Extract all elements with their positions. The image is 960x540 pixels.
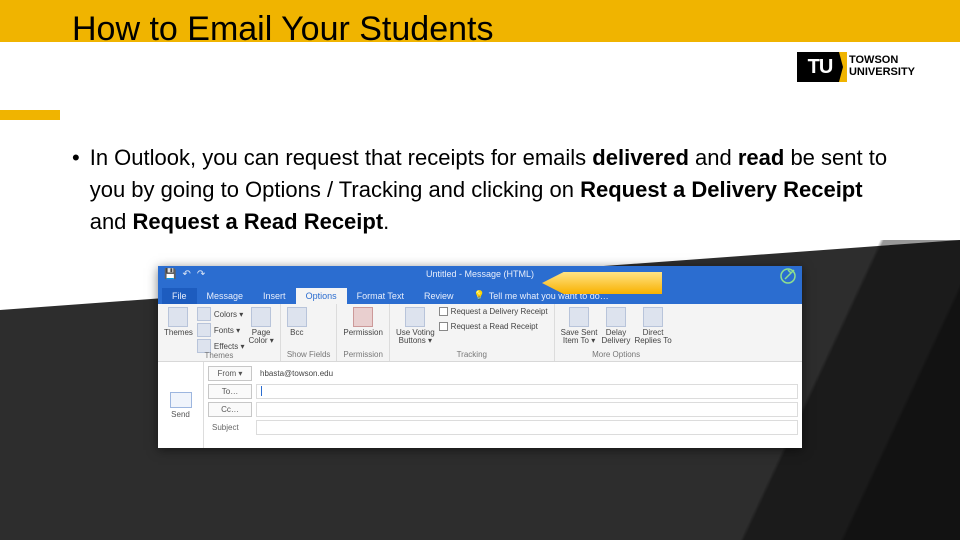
ribbon-tabs: File Message Insert Options Format Text … bbox=[158, 286, 802, 304]
tracking-group-label: Tracking bbox=[396, 350, 548, 361]
b2: read bbox=[738, 145, 784, 170]
themes-button[interactable]: Themes bbox=[164, 307, 193, 337]
slide-title: How to Email Your Students bbox=[72, 10, 493, 49]
themes-label: Themes bbox=[164, 329, 193, 337]
group-permission: Permission Permission bbox=[337, 304, 390, 361]
outlook-window: 💾 ↶ ↷ Untitled - Message (HTML) File Mes… bbox=[158, 266, 802, 448]
b1: delivered bbox=[592, 145, 689, 170]
checkbox-icon bbox=[439, 322, 448, 331]
seg2: and bbox=[689, 145, 738, 170]
themes-group-label: Themes bbox=[164, 351, 274, 362]
to-button[interactable]: To… bbox=[208, 384, 252, 399]
voting-icon bbox=[405, 307, 425, 327]
cc-button[interactable]: Cc… bbox=[208, 402, 252, 417]
tab-options[interactable]: Options bbox=[296, 288, 347, 304]
lightbulb-icon: 💡 bbox=[473, 290, 484, 301]
tab-format-text[interactable]: Format Text bbox=[347, 288, 414, 304]
tracking-checks: Request a Delivery Receipt Request a Rea… bbox=[439, 307, 548, 331]
subject-label: Subject bbox=[208, 423, 252, 432]
colors-icon bbox=[197, 307, 211, 321]
send-button[interactable]: Send bbox=[171, 410, 190, 419]
group-show-fields: Bcc Show Fields bbox=[281, 304, 338, 361]
send-column: Send bbox=[158, 362, 204, 448]
outlook-titlebar: 💾 ↶ ↷ Untitled - Message (HTML) bbox=[158, 266, 802, 286]
seg5: . bbox=[383, 209, 389, 234]
logo-line2: UNIVERSITY bbox=[849, 67, 915, 79]
ribbon: Themes Colors ▾ Fonts ▾ Effects ▾ Page C… bbox=[158, 304, 802, 362]
window-title: Untitled - Message (HTML) bbox=[158, 269, 802, 279]
b4: Request a Read Receipt bbox=[133, 209, 384, 234]
highlight-arrow bbox=[542, 272, 662, 294]
compose-fields: From ▾ hbasta@towson.edu To… Cc… Subject bbox=[204, 362, 802, 448]
from-button[interactable]: From ▾ bbox=[208, 366, 252, 381]
themes-icon bbox=[168, 307, 188, 327]
bullet-dot: • bbox=[72, 142, 80, 238]
cc-field[interactable] bbox=[256, 402, 798, 417]
to-field[interactable] bbox=[256, 384, 798, 399]
towson-logo: TU TOWSON UNIVERSITY bbox=[797, 52, 915, 82]
gold-notch bbox=[0, 110, 60, 120]
checkbox-icon bbox=[439, 307, 448, 316]
logo-mark: TU bbox=[797, 52, 843, 82]
delay-icon bbox=[606, 307, 626, 327]
colors-button[interactable]: Colors ▾ bbox=[197, 307, 245, 321]
send-icon bbox=[170, 392, 192, 408]
permission-group-label: Permission bbox=[343, 350, 383, 361]
bcc-icon bbox=[287, 307, 307, 327]
tab-message[interactable]: Message bbox=[197, 288, 254, 304]
group-more-options: Save Sent Item To ▾ Delay Delivery Direc… bbox=[555, 304, 678, 361]
themes-substack: Colors ▾ Fonts ▾ Effects ▾ bbox=[197, 307, 245, 353]
share-icon[interactable] bbox=[774, 266, 802, 286]
b3: Request a Delivery Receipt bbox=[580, 177, 862, 202]
subject-field[interactable] bbox=[256, 420, 798, 435]
page-color-label: Page Color ▾ bbox=[248, 329, 273, 345]
page-color-icon bbox=[251, 307, 271, 327]
direct-icon bbox=[643, 307, 663, 327]
request-delivery-receipt-checkbox[interactable]: Request a Delivery Receipt bbox=[439, 307, 548, 316]
fonts-button[interactable]: Fonts ▾ bbox=[197, 323, 245, 337]
logo-text: TOWSON UNIVERSITY bbox=[849, 55, 915, 78]
delay-delivery-button[interactable]: Delay Delivery bbox=[602, 307, 631, 345]
compose-area: Send From ▾ hbasta@towson.edu To… Cc… Su… bbox=[158, 362, 802, 448]
group-tracking: Use Voting Buttons ▾ Request a Delivery … bbox=[390, 304, 555, 361]
tab-review[interactable]: Review bbox=[414, 288, 464, 304]
show-fields-group-label: Show Fields bbox=[287, 350, 331, 361]
bullet-item: • In Outlook, you can request that recei… bbox=[72, 142, 900, 238]
bullet-text: In Outlook, you can request that receipt… bbox=[90, 142, 900, 238]
request-read-receipt-checkbox[interactable]: Request a Read Receipt bbox=[439, 322, 548, 331]
seg1: In Outlook, you can request that receipt… bbox=[90, 145, 593, 170]
group-themes: Themes Colors ▾ Fonts ▾ Effects ▾ Page C… bbox=[158, 304, 281, 361]
page-color-button[interactable]: Page Color ▾ bbox=[248, 307, 273, 345]
direct-replies-button[interactable]: Direct Replies To bbox=[634, 307, 671, 345]
seg4: and bbox=[90, 209, 133, 234]
bcc-button[interactable]: Bcc bbox=[287, 307, 307, 337]
window-buttons bbox=[774, 266, 802, 286]
save-sent-button[interactable]: Save Sent Item To ▾ bbox=[561, 307, 598, 345]
voting-button[interactable]: Use Voting Buttons ▾ bbox=[396, 307, 435, 345]
tab-insert[interactable]: Insert bbox=[253, 288, 296, 304]
from-value: hbasta@towson.edu bbox=[256, 366, 798, 381]
permission-button[interactable]: Permission bbox=[343, 307, 383, 337]
permission-icon bbox=[353, 307, 373, 327]
bullet-content: • In Outlook, you can request that recei… bbox=[72, 142, 900, 238]
save-sent-icon bbox=[569, 307, 589, 327]
tab-file[interactable]: File bbox=[162, 288, 197, 304]
text-cursor bbox=[261, 386, 262, 396]
fonts-icon bbox=[197, 323, 211, 337]
more-options-group-label: More Options bbox=[561, 350, 672, 361]
